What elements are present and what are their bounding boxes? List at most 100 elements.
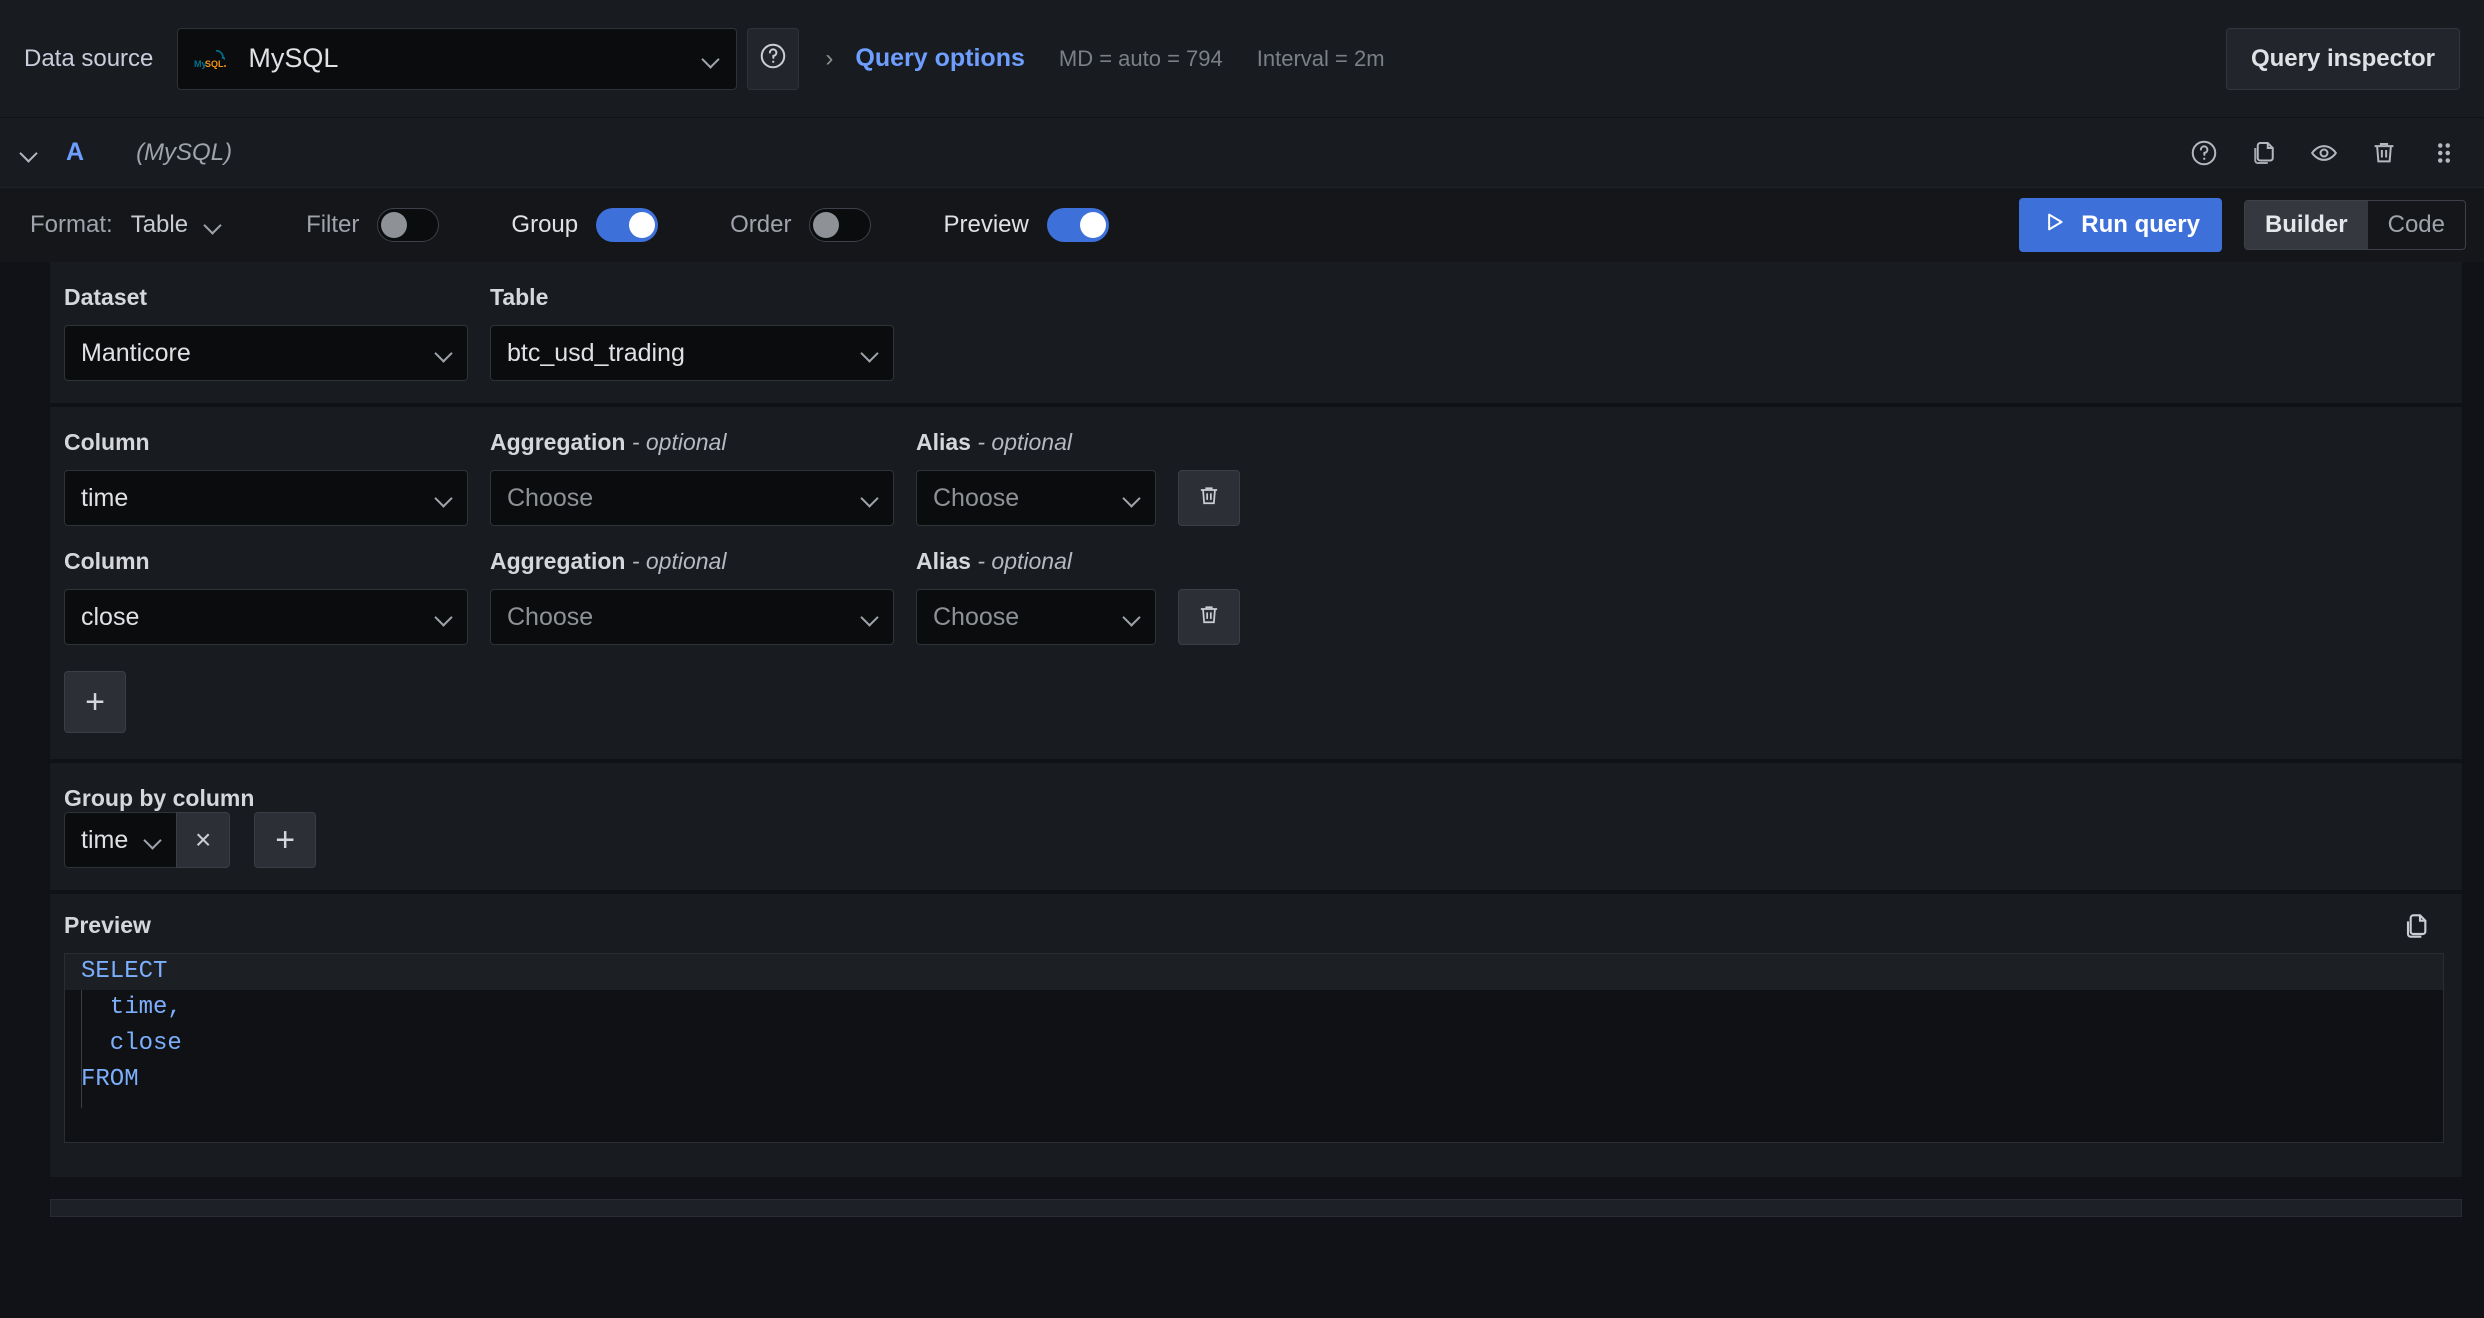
aggregation-field: Aggregation - optional Choose: [490, 548, 894, 645]
drag-handle-icon[interactable]: [2426, 135, 2462, 171]
copy-sql-button[interactable]: [2396, 908, 2436, 948]
help-icon[interactable]: [2186, 135, 2222, 171]
optional-suffix: - optional: [631, 429, 727, 455]
query-options-interval: Interval = 2m: [1256, 45, 1385, 71]
editor-mode-builder[interactable]: Builder: [2244, 201, 2368, 249]
alias-label-text: Alias: [916, 429, 971, 455]
filter-toggle-knob: [381, 212, 408, 238]
column-select[interactable]: close: [64, 589, 468, 645]
group-toggle[interactable]: [596, 208, 659, 242]
preview-toggle-group: Preview: [943, 208, 1109, 242]
group-by-items: time × +: [64, 812, 2462, 868]
datasource-label: Data source: [0, 27, 178, 90]
column-field: Column time: [64, 429, 468, 526]
sql-line: time,: [81, 994, 182, 1021]
query-options-link[interactable]: Query options: [855, 44, 1024, 73]
query-options-max-datapoints: MD = auto = 794: [1058, 45, 1223, 71]
dataset-table-row: Dataset Manticore Table btc_usd_trading: [64, 284, 2462, 381]
order-toggle-group: Order: [730, 208, 872, 242]
sql-line: SELECT: [65, 954, 2443, 990]
sql-preview-editor[interactable]: SELECT time, close FROM: [64, 953, 2444, 1143]
group-by-section: Group by column time × +: [50, 763, 2462, 890]
group-toggle-group: Group: [511, 208, 659, 242]
preview-toggle-label: Preview: [943, 211, 1029, 238]
alias-select[interactable]: Choose: [916, 470, 1156, 526]
preview-toggle[interactable]: [1046, 208, 1109, 242]
aggregation-label: Aggregation - optional: [490, 548, 894, 575]
dataset-table-section: Dataset Manticore Table btc_usd_trading: [50, 262, 2462, 403]
alias-select[interactable]: Choose: [916, 589, 1156, 645]
aggregation-value: Choose: [507, 602, 594, 631]
remove-group-by-button[interactable]: ×: [176, 812, 231, 868]
datasource-toolbar: Data source My SQL MySQL › Query options…: [0, 0, 2484, 118]
preview-title: Preview: [64, 912, 151, 938]
query-ref-id[interactable]: A: [66, 138, 84, 167]
column-label: Column: [64, 548, 150, 574]
bottom-scroll-strip[interactable]: [50, 1199, 2462, 1217]
aggregation-select[interactable]: Choose: [490, 589, 894, 645]
chevron-down-icon: [702, 50, 720, 68]
datasource-help-button[interactable]: [747, 27, 800, 90]
eye-icon[interactable]: [2306, 135, 2342, 171]
chevron-down-icon: [1123, 489, 1141, 507]
optional-suffix: - optional: [977, 548, 1072, 574]
format-label: Format:: [30, 211, 113, 238]
filter-toggle-group: Filter: [306, 208, 440, 242]
aggregation-label-text: Aggregation: [490, 548, 626, 574]
columns-section: Column time Aggregation - optional Choos…: [50, 407, 2462, 759]
add-group-by-button[interactable]: +: [254, 812, 317, 868]
trash-icon[interactable]: [2366, 135, 2402, 171]
column-field: Column close: [64, 548, 468, 645]
query-inspector-button[interactable]: Query inspector: [2225, 27, 2460, 90]
table-field: Table btc_usd_trading: [490, 284, 894, 381]
filter-toggle[interactable]: [377, 208, 440, 242]
table-select[interactable]: btc_usd_trading: [490, 325, 894, 381]
datasource-picker[interactable]: My SQL MySQL: [177, 27, 738, 90]
chevron-down-icon: [861, 608, 879, 626]
chevron-down-icon: [861, 489, 879, 507]
preview-header: Preview: [64, 912, 2462, 939]
optional-suffix: - optional: [977, 429, 1072, 455]
group-by-label: Group by column: [64, 785, 255, 811]
svg-text:SQL: SQL: [205, 59, 224, 69]
run-query-button[interactable]: Run query: [2019, 198, 2222, 252]
column-value: time: [81, 483, 129, 512]
query-options-expand-button[interactable]: ›: [825, 45, 833, 73]
preview-section: Preview SELECT time, close FROM: [50, 894, 2462, 1177]
add-column-button[interactable]: +: [64, 671, 126, 733]
trash-icon: [1196, 602, 1222, 633]
group-by-item: time ×: [64, 812, 231, 868]
chevron-down-icon: [435, 489, 453, 507]
chevron-down-icon: [20, 144, 38, 162]
alias-field: Alias - optional Choose: [916, 429, 1156, 526]
query-row-actions: [2186, 135, 2462, 171]
dataset-select[interactable]: Manticore: [64, 325, 468, 381]
format-select[interactable]: Table: [131, 211, 222, 239]
group-by-select[interactable]: time: [64, 812, 177, 868]
filter-toggle-label: Filter: [306, 211, 360, 238]
aggregation-value: Choose: [507, 483, 594, 512]
alias-value: Choose: [933, 483, 1020, 512]
query-editor-toolbar: Format: Table Filter Group Order Preview…: [0, 188, 2484, 262]
order-toggle[interactable]: [809, 208, 872, 242]
aggregation-label-text: Aggregation: [490, 429, 626, 455]
editor-mode-code[interactable]: Code: [2368, 201, 2465, 249]
run-query-label: Run query: [2081, 211, 2200, 238]
remove-column-button[interactable]: [1178, 589, 1240, 645]
table-value: btc_usd_trading: [507, 338, 685, 367]
chevron-down-icon: [861, 344, 879, 362]
aggregation-field: Aggregation - optional Choose: [490, 429, 894, 526]
chevron-down-icon: [435, 344, 453, 362]
aggregation-select[interactable]: Choose: [490, 470, 894, 526]
play-icon: [2041, 209, 2067, 242]
alias-label: Alias - optional: [916, 548, 1156, 575]
format-value: Table: [130, 211, 189, 238]
query-datasource-note: (MySQL): [136, 138, 233, 166]
circle-question-icon: [758, 41, 788, 76]
copy-icon[interactable]: [2246, 135, 2282, 171]
remove-column-button[interactable]: [1178, 470, 1240, 526]
aggregation-label: Aggregation - optional: [490, 429, 894, 456]
query-collapse-toggle[interactable]: [14, 144, 44, 162]
column-select[interactable]: time: [64, 470, 468, 526]
column-row: Column close Aggregation - optional Choo…: [64, 548, 2462, 645]
